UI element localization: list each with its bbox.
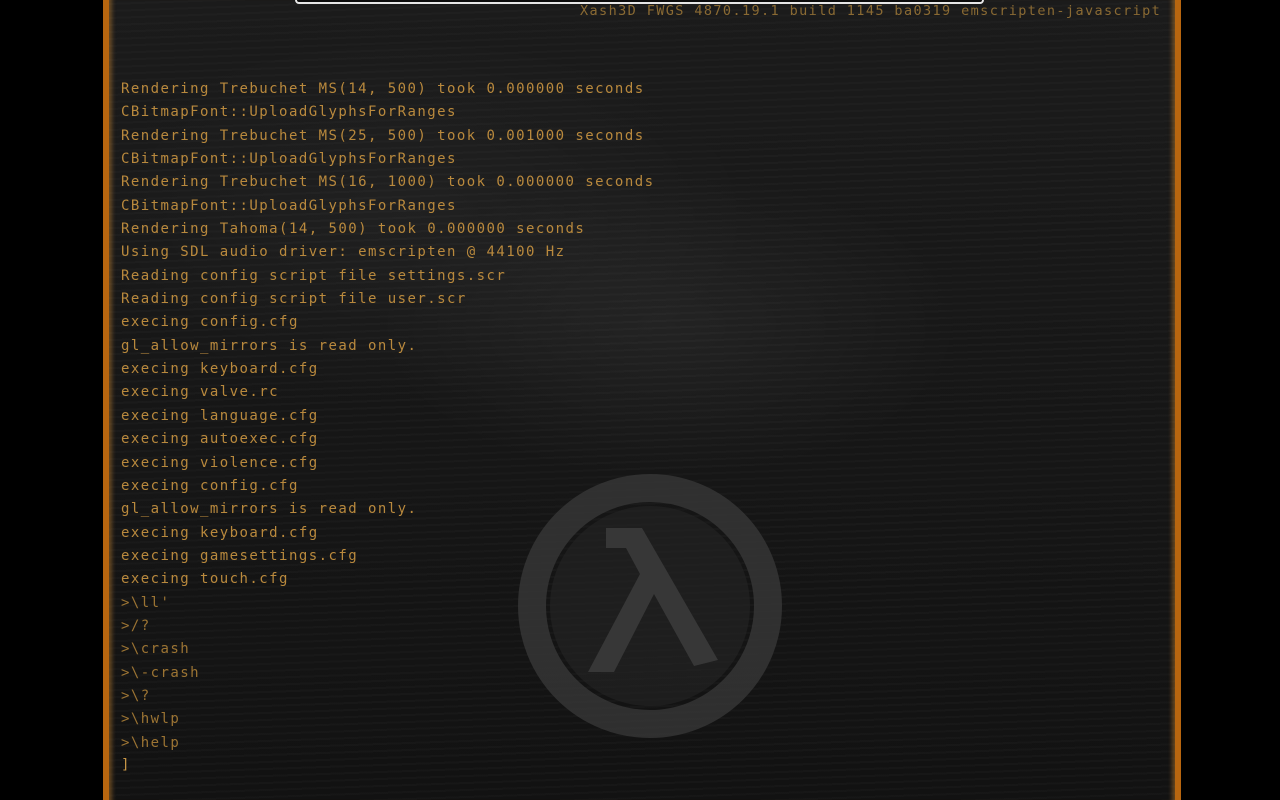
console-line: >\ll' [121, 594, 171, 611]
console-line: execing touch.cfg [121, 571, 289, 588]
console-line: >\-crash [121, 664, 201, 681]
console-line: Rendering Trebuchet MS(14, 500) took 0.0… [121, 81, 645, 97]
prompt-symbol: ] [121, 757, 131, 773]
console-line: execing language.cfg [121, 407, 319, 424]
console-line: Reading config script file settings.scr [121, 267, 507, 284]
console-line: gl_allow_mirrors is read only. [121, 501, 418, 518]
console-input[interactable] [131, 756, 831, 774]
console-line: gl_allow_mirrors is read only. [121, 337, 418, 354]
game-screen: Xash3D FWGS 4870.19.1 build 1145 ba0319 … [0, 0, 1280, 800]
engine-version-label: Xash3D FWGS 4870.19.1 build 1145 ba0319 … [580, 3, 1162, 19]
console-line: execing keyboard.cfg [121, 361, 319, 378]
console-line: execing config.cfg [121, 477, 299, 494]
console-line: execing gamesettings.cfg [121, 547, 359, 564]
console-line: Rendering Trebuchet MS(25, 500) took 0.0… [121, 127, 645, 144]
console-line: >\crash [121, 641, 191, 658]
console-line: >/? [121, 617, 151, 634]
console-line: execing config.cfg [121, 314, 299, 331]
console-line: Rendering Trebuchet MS(16, 1000) took 0.… [121, 174, 655, 191]
console-line: >\? [121, 687, 151, 704]
console-input-line[interactable]: ] [121, 754, 831, 777]
console-line: Rendering Tahoma(14, 500) took 0.000000 … [121, 221, 586, 238]
console-output: Rendering Trebuchet MS(14, 500) took 0.0… [121, 78, 654, 755]
console-line: >\help [121, 734, 181, 751]
console-line: execing valve.rc [121, 384, 280, 401]
console-line: execing keyboard.cfg [121, 524, 319, 541]
console-line: CBitmapFont::UploadGlyphsForRanges [121, 104, 457, 121]
console-line: >\hwlp [121, 711, 181, 728]
console-line: Reading config script file user.scr [121, 291, 467, 308]
console-line: CBitmapFont::UploadGlyphsForRanges [121, 151, 457, 168]
console-line: execing violence.cfg [121, 454, 319, 471]
console-line: CBitmapFont::UploadGlyphsForRanges [121, 197, 457, 214]
console-line: Using SDL audio driver: emscripten @ 441… [121, 244, 566, 261]
console-line: execing autoexec.cfg [121, 431, 319, 448]
